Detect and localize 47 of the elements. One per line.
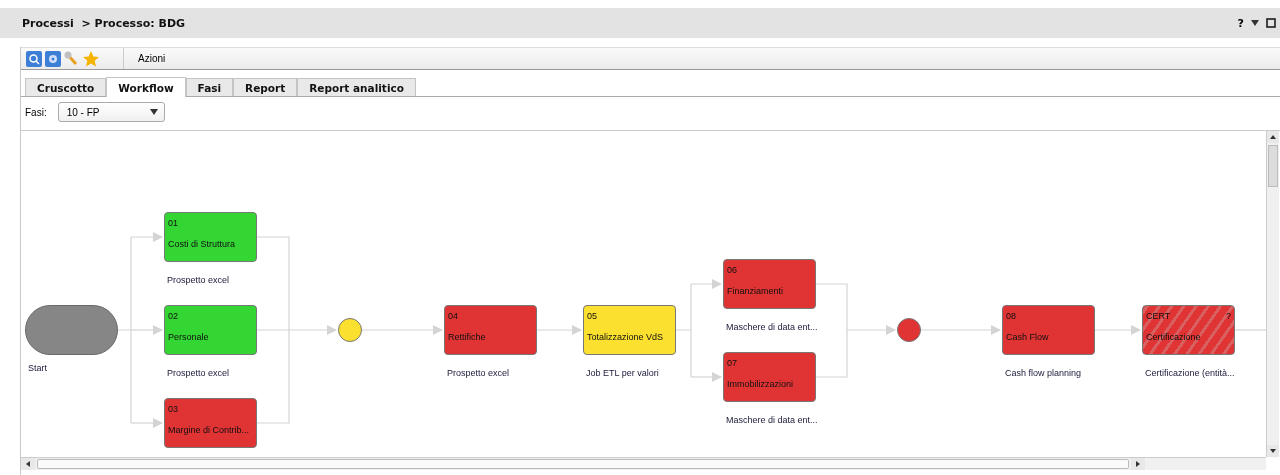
star-icon[interactable] — [82, 49, 100, 68]
caret-icon — [149, 109, 158, 115]
task-node[interactable]: 07 Immobilizzazioni — [723, 352, 816, 402]
scroll-down-icon[interactable] — [1267, 445, 1279, 457]
task-node[interactable]: 08 Cash Flow — [1002, 305, 1095, 355]
node-caption: Job ETL per valori — [586, 368, 659, 378]
task-node[interactable]: 02 Personale — [164, 305, 257, 355]
gateway-node[interactable] — [338, 318, 362, 342]
connector-line — [1094, 325, 1141, 335]
node-caption: Prospetto excel — [167, 368, 230, 378]
node-caption: Maschere di data ent... — [726, 322, 818, 332]
scroll-thumb[interactable] — [1268, 145, 1278, 187]
task-node[interactable]: 05 Totalizzazione VdS — [583, 305, 676, 355]
scroll-up-icon[interactable] — [1267, 131, 1279, 143]
node-caption: Prospetto excel — [167, 275, 230, 285]
help-button[interactable]: ? — [1237, 16, 1244, 30]
node-caption: Start — [28, 363, 47, 373]
vertical-scrollbar[interactable] — [1266, 131, 1279, 457]
breadcrumb: Processi > Processo: BDG — [22, 16, 186, 30]
maximize-icon[interactable] — [1266, 18, 1276, 28]
start-node[interactable] — [25, 305, 118, 355]
node-caption: Cash flow planning — [1005, 368, 1082, 378]
task-node[interactable]: 04 Rettifiche — [444, 305, 537, 355]
tab[interactable]: Report — [233, 78, 298, 96]
node-caption: Prospetto excel — [447, 368, 510, 378]
horizontal-scrollbar[interactable] — [21, 457, 1266, 470]
task-node[interactable]: 01 Costi di Struttura — [164, 212, 257, 262]
node-caption: Certificazione (entità... — [1145, 368, 1235, 378]
actions-menu[interactable]: Azioni — [123, 48, 172, 69]
node-caption: Maschere di data ent... — [726, 415, 818, 425]
tab[interactable]: Report analitico — [297, 78, 416, 96]
task-node[interactable]: 03 Margine di Contrib... — [164, 398, 257, 448]
connector-line — [536, 325, 582, 335]
phase-label: Fasi: — [25, 106, 47, 118]
settings-icon[interactable] — [44, 49, 62, 68]
scroll-left-icon[interactable] — [21, 458, 35, 470]
tab[interactable]: Fasi — [185, 78, 234, 96]
tab[interactable]: Workflow — [106, 77, 186, 97]
scroll-right-icon[interactable] — [1131, 458, 1145, 470]
scroll-thumb[interactable] — [37, 459, 1129, 469]
task-node[interactable]: CERT Certificazione ? — [1142, 305, 1235, 355]
gateway-node[interactable] — [897, 318, 921, 342]
phase-dropdown[interactable]: 10 - FP — [57, 102, 165, 122]
tab[interactable]: Cruscotto — [25, 78, 107, 96]
search-icon[interactable] — [25, 49, 43, 68]
dropdown-icon[interactable] — [1250, 19, 1260, 27]
task-node[interactable]: 06 Finanziamenti — [723, 259, 816, 309]
